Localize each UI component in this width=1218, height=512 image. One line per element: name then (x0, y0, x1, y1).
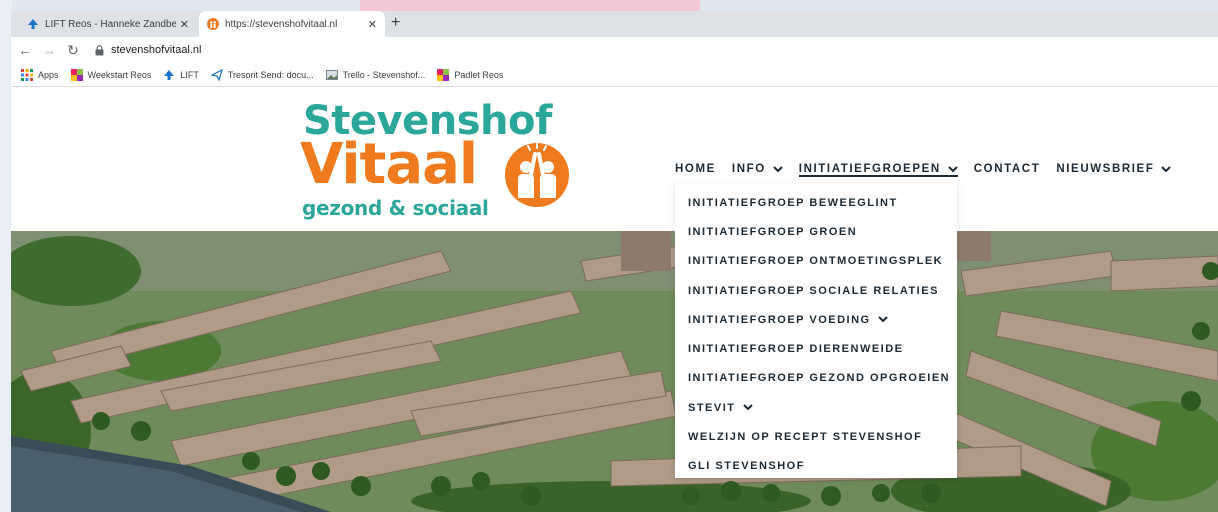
initiatiefgroepen-dropdown: INITIATIEFGROEP BEWEEGLINT INITIATIEFGRO… (675, 183, 957, 478)
nav-label: INITIATIEFGROEPEN (798, 163, 941, 175)
dropdown-item-stevit[interactable]: STEVIT (675, 393, 957, 422)
web-page: Stevenshof Vitaal gezond & sociaal HOME … (11, 88, 1218, 512)
chevron-down-icon (948, 165, 958, 173)
hero-aerial-photo (11, 231, 1218, 512)
dropdown-item-label: GLI STEVENSHOF (688, 460, 805, 473)
dropdown-item-sociale-relaties[interactable]: INITIATIEFGROEP SOCIALE RELATIES (675, 276, 957, 305)
close-icon[interactable]: ✕ (368, 18, 377, 31)
image-icon (325, 69, 338, 80)
bookmark-label: Padlet Reos (454, 69, 504, 80)
nav-label: INFO (731, 163, 766, 175)
dropdown-item-gli-stevenshof[interactable]: GLI STEVENSHOF (675, 452, 957, 481)
new-tab-button[interactable]: + (391, 14, 400, 32)
nav-label: NIEUWSBRIEF (1056, 163, 1155, 175)
main-navigation: HOME INFO INITIATIEFGROEPEN CONTACT NIEU… (675, 161, 1187, 179)
dropdown-item-groen[interactable]: INITIATIEFGROEP GROEN (675, 217, 957, 246)
lock-icon[interactable] (95, 44, 105, 56)
dropdown-item-label: INITIATIEFGROEP SOCIALE RELATIES (688, 284, 939, 297)
nav-label: CONTACT (973, 163, 1041, 175)
tab-lift-reos[interactable]: LIFT Reos - Hanneke Zandbergen ✕ (19, 11, 197, 37)
high-five-logo-icon (505, 143, 569, 207)
bookmark-weekstart-reos[interactable]: Weekstart Reos (70, 68, 152, 81)
bookmark-tresorit-send[interactable]: Tresorit Send: docu... (210, 68, 314, 81)
nav-initiatiefgroepen[interactable]: INITIATIEFGROEPEN (798, 163, 958, 177)
browser-window: LIFT Reos - Hanneke Zandbergen ✕ https:/… (11, 11, 1218, 512)
tab-strip: LIFT Reos - Hanneke Zandbergen ✕ https:/… (11, 11, 1218, 37)
dropdown-item-label: INITIATIEFGROEP DIERENWEIDE (688, 343, 904, 356)
dropdown-item-label: INITIATIEFGROEP ONTMOETINGSPLEK (688, 255, 944, 268)
tab-title: https://stevenshofvitaal.nl (225, 18, 338, 30)
dropdown-item-welzijn-op-recept[interactable]: WELZIJN OP RECEPT STEVENSHOF (675, 422, 957, 451)
bookmark-label: LIFT (180, 69, 199, 80)
logo-line-3: gezond & sociaal (302, 196, 489, 220)
logo-line-2: Vitaal (300, 132, 478, 197)
colored-square-icon (437, 68, 450, 81)
bookmark-padlet-reos[interactable]: Padlet Reos (437, 68, 504, 81)
site-logo[interactable]: Stevenshof Vitaal gezond & sociaal (300, 98, 580, 220)
bookmark-label: Tresorit Send: docu... (227, 69, 314, 80)
chevron-down-icon (773, 165, 783, 173)
forward-arrow-icon[interactable]: → (39, 42, 59, 58)
dropdown-item-voeding[interactable]: INITIATIEFGROEP VOEDING (675, 305, 957, 334)
tab-stevenshofvitaal[interactable]: https://stevenshofvitaal.nl ✕ (199, 11, 385, 37)
dropdown-item-label: WELZIJN OP RECEPT STEVENSHOF (688, 431, 923, 444)
apps-grid-icon (21, 68, 33, 81)
nav-home[interactable]: HOME (675, 163, 716, 177)
close-icon[interactable]: ✕ (180, 18, 189, 31)
nav-contact[interactable]: CONTACT (974, 163, 1041, 177)
reload-icon[interactable]: ↻ (63, 42, 83, 59)
dropdown-item-dierenweide[interactable]: INITIATIEFGROEP DIERENWEIDE (675, 334, 957, 363)
dropdown-item-label: INITIATIEFGROEP GEZOND OPGROEIEN (688, 372, 951, 385)
chevron-down-icon (742, 404, 753, 411)
dropdown-item-beweeglint[interactable]: INITIATIEFGROEP BEWEEGLINT (675, 188, 957, 217)
nav-nieuwsbrief[interactable]: NIEUWSBRIEF (1056, 163, 1172, 177)
bookmark-lift[interactable]: LIFT (163, 69, 199, 81)
bookmark-label: Apps (38, 69, 59, 80)
lift-icon (164, 69, 175, 80)
dropdown-item-label: INITIATIEFGROEP GROEN (688, 225, 858, 238)
dropdown-item-gezond-opgroeien[interactable]: INITIATIEFGROEP GEZOND OPGROEIEN (675, 364, 957, 393)
nav-info[interactable]: INFO (732, 163, 783, 177)
address-bar-row: ← → ↻ stevenshofvitaal.nl (11, 37, 1218, 63)
bookmark-label: Trello - Stevenshof... (342, 69, 426, 80)
url-field[interactable]: stevenshofvitaal.nl (111, 44, 202, 56)
dropdown-item-label: INITIATIEFGROEP VOEDING (688, 313, 871, 326)
back-arrow-icon[interactable]: ← (15, 42, 35, 58)
nav-label: HOME (675, 163, 716, 175)
bookmarks-bar: Apps Weekstart Reos LIFT Tresorit Send: … (11, 63, 1218, 87)
bookmark-apps[interactable]: Apps (21, 68, 59, 81)
dropdown-item-label: STEVIT (688, 401, 736, 414)
chevron-down-icon (877, 316, 888, 323)
stevenshof-favicon (207, 18, 219, 30)
send-icon (210, 68, 223, 81)
dropdown-item-ontmoetingsplek[interactable]: INITIATIEFGROEP ONTMOETINGSPLEK (675, 247, 957, 276)
lift-favicon (27, 18, 39, 30)
colored-square-icon (70, 68, 83, 81)
chevron-down-icon (1161, 165, 1172, 173)
dropdown-item-label: INITIATIEFGROEP BEWEEGLINT (688, 196, 898, 209)
bookmark-trello[interactable]: Trello - Stevenshof... (325, 69, 426, 81)
tab-title: LIFT Reos - Hanneke Zandbergen (45, 18, 176, 30)
bookmark-label: Weekstart Reos (87, 69, 152, 80)
